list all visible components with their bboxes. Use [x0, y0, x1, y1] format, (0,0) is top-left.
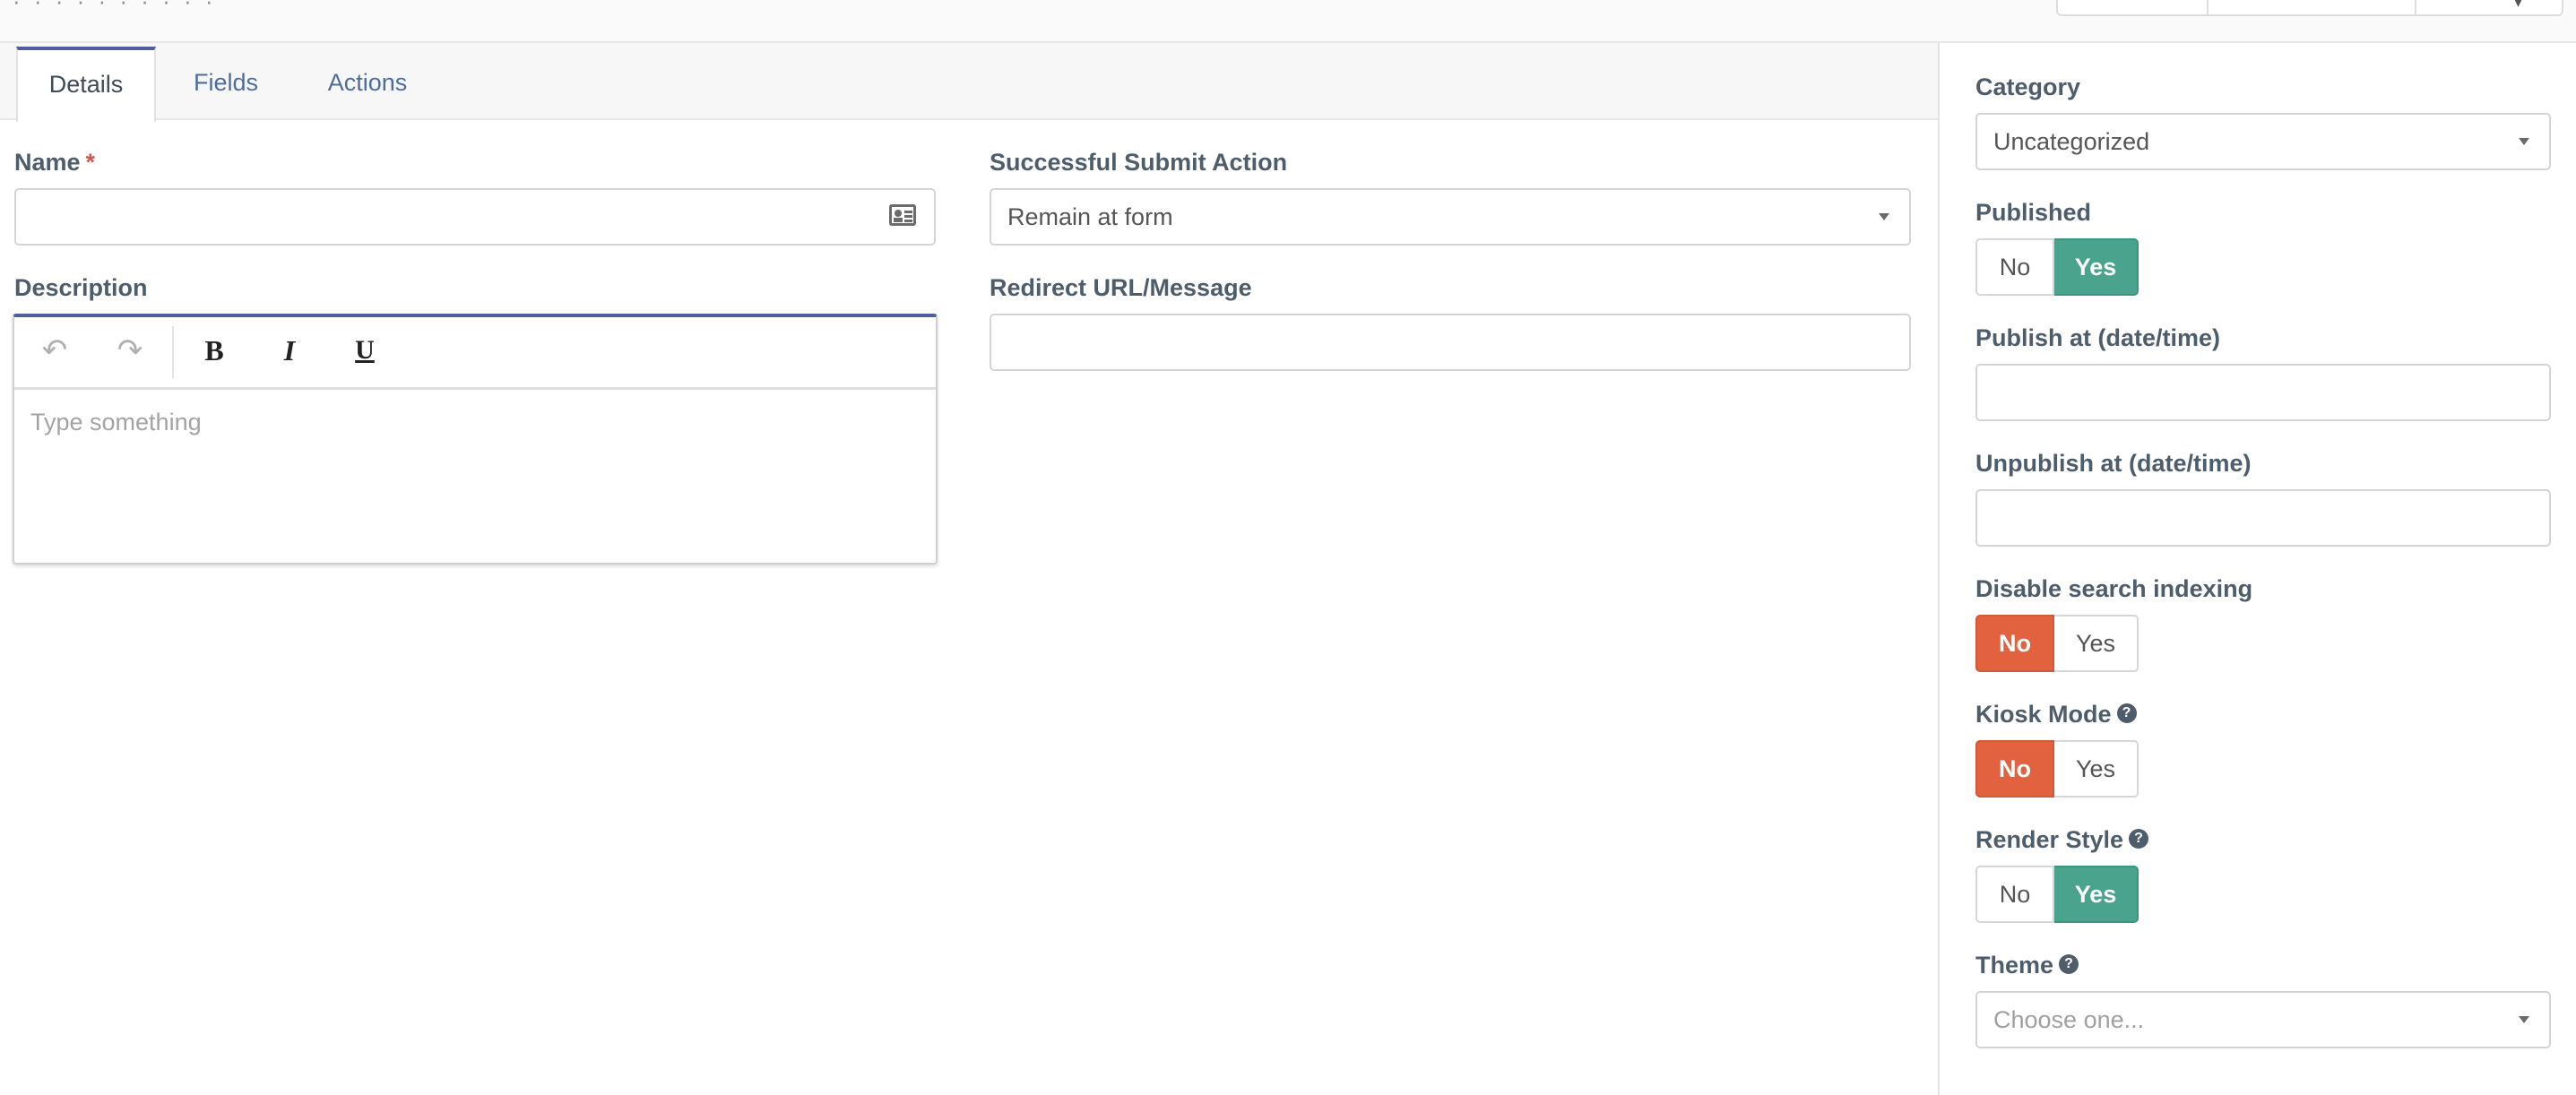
unpublish-at-field[interactable] — [1975, 489, 2551, 547]
tab-bar: Details Fields Actions — [0, 43, 1938, 122]
kiosk-mode-label: Kiosk Mode? — [1975, 701, 2137, 729]
render-style-label: Render Style? — [1975, 826, 2149, 854]
redirect-label: Redirect URL/Message — [990, 274, 1252, 301]
disable-search-label: Disable search indexing — [1975, 575, 2253, 602]
page-title-cutoff: · · · · · · · · · · — [13, 0, 217, 14]
tab-fields[interactable]: Fields — [177, 47, 274, 118]
bold-icon[interactable]: B — [194, 330, 235, 371]
help-icon[interactable]: ? — [2059, 953, 2079, 974]
chevron-down-icon — [2519, 138, 2529, 145]
header-button-2[interactable] — [2209, 0, 2415, 14]
name-label: Name * — [14, 149, 95, 177]
kiosk-mode-toggle: No Yes — [1975, 740, 2139, 798]
theme-placeholder: Choose one... — [1993, 1006, 2145, 1033]
editor-toolbar: ↶ ↷ B I U — [14, 317, 936, 390]
category-value: Uncategorized — [1993, 128, 2150, 155]
disable-search-toggle: No Yes — [1975, 615, 2139, 672]
theme-label-text: Theme — [1975, 952, 2054, 979]
publish-at-field[interactable] — [1975, 364, 2551, 421]
italic-icon[interactable]: I — [269, 330, 310, 371]
disable-search-no-button[interactable]: No — [1975, 615, 2054, 672]
published-no-button[interactable]: No — [1975, 238, 2054, 296]
header-button-1[interactable] — [2058, 0, 2207, 14]
redirect-input[interactable] — [991, 315, 1909, 369]
submit-action-label: Successful Submit Action — [990, 149, 1288, 176]
submit-action-select[interactable]: Remain at form — [990, 188, 1911, 246]
top-header-bar: · · · · · · · · · · ▾ — [0, 0, 2576, 43]
category-select[interactable]: Uncategorized — [1975, 113, 2551, 170]
header-button-group: ▾ — [2056, 0, 2563, 16]
chevron-down-icon — [2519, 1016, 2529, 1023]
description-textarea-placeholder[interactable]: Type something — [30, 409, 202, 436]
tab-actions[interactable]: Actions — [314, 47, 421, 118]
help-icon[interactable]: ? — [2116, 703, 2137, 723]
theme-select[interactable]: Choose one... — [1975, 991, 2551, 1048]
kiosk-mode-yes-button[interactable]: Yes — [2054, 740, 2139, 798]
dropdown-caret-icon: ▾ — [2513, 0, 2524, 12]
redirect-field[interactable] — [990, 314, 1911, 371]
underline-icon[interactable]: U — [344, 330, 385, 371]
required-marker: * — [85, 149, 96, 176]
publish-at-input[interactable] — [1977, 366, 2549, 419]
description-editor: ↶ ↷ B I U Type something — [13, 314, 938, 565]
published-label: Published — [1975, 199, 2092, 226]
toolbar-divider — [172, 326, 174, 378]
redo-icon[interactable]: ↷ — [109, 330, 151, 371]
tab-details[interactable]: Details — [16, 47, 156, 122]
unpublish-at-label: Unpublish at (date/time) — [1975, 450, 2252, 477]
undo-icon[interactable]: ↶ — [34, 330, 75, 371]
theme-label: Theme? — [1975, 952, 2079, 979]
kiosk-mode-no-button[interactable]: No — [1975, 740, 2054, 798]
disable-search-yes-button[interactable]: Yes — [2054, 615, 2139, 672]
kiosk-mode-label-text: Kiosk Mode — [1975, 701, 2112, 728]
name-field[interactable] — [14, 188, 936, 246]
published-yes-button[interactable]: Yes — [2054, 238, 2139, 296]
render-style-yes-button[interactable]: Yes — [2054, 866, 2139, 923]
published-toggle: No Yes — [1975, 238, 2139, 296]
contact-card-icon — [889, 204, 916, 226]
unpublish-at-input[interactable] — [1977, 491, 2549, 545]
render-style-toggle: No Yes — [1975, 866, 2139, 923]
submit-action-value: Remain at form — [1007, 203, 1173, 230]
help-icon[interactable]: ? — [2129, 828, 2149, 849]
header-button-3[interactable] — [2416, 0, 2562, 14]
render-style-label-text: Render Style — [1975, 826, 2124, 853]
publish-at-label: Publish at (date/time) — [1975, 324, 2221, 351]
render-style-no-button[interactable]: No — [1975, 866, 2054, 923]
category-label: Category — [1975, 73, 2081, 100]
description-label: Description — [14, 274, 148, 301]
name-label-text: Name — [14, 149, 81, 176]
name-input[interactable] — [16, 190, 934, 244]
chevron-down-icon — [1879, 213, 1889, 220]
